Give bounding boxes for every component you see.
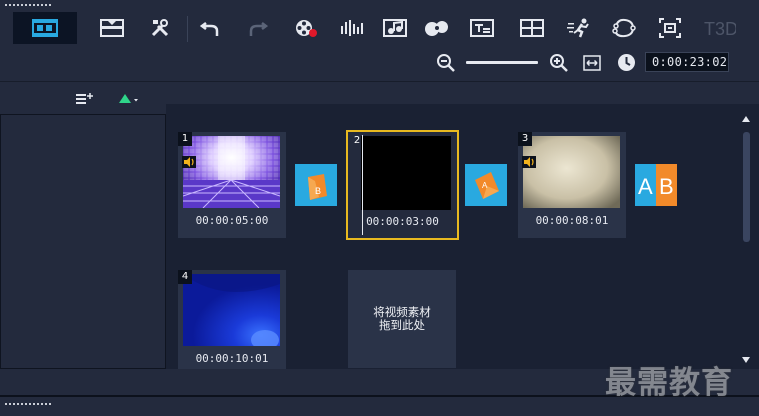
- tools-button[interactable]: [143, 12, 177, 44]
- time-remapping-button[interactable]: [563, 12, 597, 44]
- zoom-slider[interactable]: [466, 61, 538, 64]
- auto-music-icon: [383, 19, 407, 37]
- storyboard-view-button[interactable]: [13, 12, 77, 44]
- toolbar-separator: [187, 16, 188, 42]
- sound-mixer-icon: [341, 20, 363, 36]
- svg-text:T3D: T3D: [704, 19, 736, 38]
- redo-button[interactable]: [241, 12, 275, 44]
- svg-text:B: B: [659, 174, 674, 199]
- zoom-controls: 0:00:23:02: [0, 50, 759, 76]
- scroll-down-arrow[interactable]: [742, 357, 750, 363]
- audio-indicator-icon: [522, 156, 536, 168]
- clip-number: 1: [178, 132, 192, 146]
- svg-text:A: A: [482, 181, 488, 190]
- clip-duration: 00:00:03:00: [366, 215, 439, 228]
- clip-4[interactable]: 4 00:00:10:01: [178, 270, 286, 369]
- clip-1[interactable]: 1 00:00:05:00: [178, 132, 286, 238]
- clip-duration: 00:00:08:01: [535, 214, 609, 227]
- timeline-view-button[interactable]: [95, 12, 129, 44]
- transition-ab-icon: A B: [635, 164, 677, 206]
- record-capture-button[interactable]: [289, 12, 323, 44]
- clip-duration: 00:00:10:01: [195, 352, 269, 365]
- project-duration-timecode[interactable]: 0:00:23:02: [645, 52, 729, 72]
- bottom-panel-grip[interactable]: [4, 402, 52, 406]
- clip-duration: 00:00:05:00: [195, 214, 269, 227]
- pan-zoom-icon: [659, 18, 681, 38]
- tools-icon: [151, 19, 169, 37]
- clock-icon[interactable]: [617, 53, 636, 72]
- transition-3[interactable]: A B: [635, 164, 677, 206]
- subtitle-editor-button[interactable]: [465, 12, 499, 44]
- motion-tracking-icon: [425, 21, 448, 36]
- record-capture-icon: [296, 20, 317, 37]
- track-panel: [0, 114, 166, 369]
- pan-zoom-button[interactable]: [653, 12, 687, 44]
- clip-2-thumbnail: [361, 136, 451, 210]
- clip-3-thumbnail: [523, 136, 620, 208]
- 3d-title-icon: T3D: [704, 19, 736, 38]
- svg-text:B: B: [315, 186, 321, 196]
- track-manager-icon[interactable]: [75, 91, 95, 107]
- sound-mixer-button[interactable]: [335, 12, 369, 44]
- motion-tracking-button[interactable]: [420, 12, 454, 44]
- undo-button[interactable]: [193, 12, 227, 44]
- multi-camera-icon: [520, 19, 544, 37]
- clip-1-thumbnail: [183, 136, 280, 208]
- auto-music-button[interactable]: [378, 12, 412, 44]
- drop-zone-text: 将视频素材拖到此处: [373, 305, 431, 332]
- top-panel-grip[interactable]: [4, 3, 52, 7]
- media-drop-zone[interactable]: 将视频素材拖到此处: [348, 270, 456, 368]
- storyboard-panel: 1 00:00:05:00 B 2 00:00:03:00 A 3 00:00:…: [166, 104, 736, 369]
- scroll-up-arrow[interactable]: [742, 116, 750, 122]
- storyboard-view-icon: [32, 19, 58, 37]
- transition-2[interactable]: A: [465, 164, 507, 206]
- fit-to-window-icon[interactable]: [583, 54, 601, 72]
- clip-4-thumbnail: [183, 274, 280, 346]
- track-manager-header: [0, 82, 166, 114]
- 3d-title-button[interactable]: T3D: [703, 12, 737, 44]
- storyboard-header-gap: [166, 82, 759, 104]
- clip-number: 4: [178, 270, 192, 284]
- transition-page-curl-icon: B: [295, 164, 337, 206]
- storyboard-scrollbar[interactable]: [736, 104, 759, 369]
- clip-number: 2: [353, 135, 361, 146]
- time-remapping-icon: [567, 18, 589, 38]
- transition-page-flip-icon: A: [465, 164, 507, 206]
- clip-number: 3: [518, 132, 532, 146]
- subtitle-editor-icon: [470, 19, 494, 37]
- zoom-in-icon[interactable]: [549, 53, 569, 73]
- undo-icon: [200, 22, 219, 36]
- scroll-thumb[interactable]: [743, 132, 750, 242]
- audio-indicator-icon: [182, 156, 196, 168]
- clip-3[interactable]: 3 00:00:08:01: [518, 132, 626, 238]
- multi-camera-button[interactable]: [515, 12, 549, 44]
- watermark-text: 最需教育: [605, 365, 733, 401]
- mask-creator-icon: [612, 18, 636, 38]
- mask-creator-button[interactable]: [607, 12, 641, 44]
- transition-1[interactable]: B: [295, 164, 337, 206]
- clip-2[interactable]: 2 00:00:03:00: [346, 130, 459, 240]
- svg-text:A: A: [638, 174, 653, 199]
- zoom-out-icon[interactable]: [436, 53, 456, 73]
- toolbar: T3D: [0, 8, 759, 50]
- redo-icon: [249, 22, 268, 36]
- timeline-view-icon: [100, 19, 124, 37]
- chapter-cue-icon[interactable]: [117, 91, 141, 107]
